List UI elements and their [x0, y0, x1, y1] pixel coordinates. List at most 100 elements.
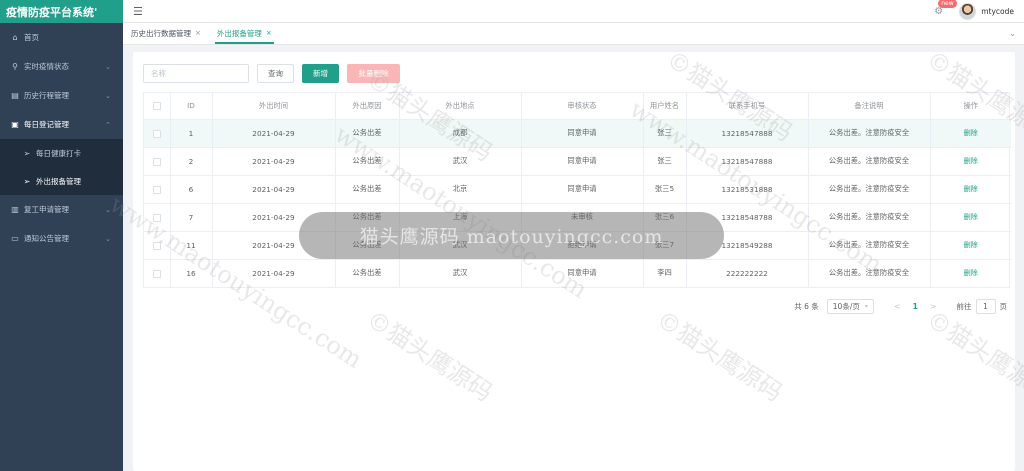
toolbar: 查询 新增 批量删除: [143, 64, 400, 83]
cell-phone: 13218547888: [686, 119, 809, 148]
cell-phone: 13218547888: [686, 147, 809, 176]
cell-time: 2021-04-29: [212, 119, 336, 148]
cell-id: 6: [170, 175, 213, 204]
settings-icon[interactable]: ⚙ new: [934, 0, 957, 17]
cell-time: 2021-04-29: [212, 147, 336, 176]
delete-link[interactable]: 删除: [964, 157, 978, 165]
search-input[interactable]: [143, 64, 249, 83]
sidebar-item-label: 每日健康打卡: [36, 148, 81, 158]
pagination-total: 共 6 条: [794, 302, 819, 311]
tab-history-trip-data[interactable]: 历史出行数据管理 ×: [123, 22, 209, 44]
cell-name: 张三7: [643, 231, 687, 260]
row-checkbox[interactable]: [152, 129, 161, 138]
page-size-value: 10条/页: [832, 302, 860, 311]
sidebar-item-daily-health-checkin[interactable]: ➢ 每日健康打卡: [0, 139, 123, 167]
cell-id: 16: [170, 259, 213, 287]
tab-label: 外出报备管理: [216, 28, 262, 38]
cell-name: 张三6: [643, 203, 687, 232]
chevron-down-icon[interactable]: ⌄: [1009, 29, 1016, 38]
avatar[interactable]: [959, 2, 977, 20]
row-checkbox[interactable]: [152, 269, 161, 278]
sidebar-item-label: 每日登记管理: [24, 120, 69, 129]
cell-phone: 13218531888: [686, 175, 809, 204]
select-all-cell[interactable]: [144, 93, 171, 120]
next-page-button[interactable]: >: [930, 302, 937, 311]
cell-place: 成都: [399, 119, 522, 148]
chevron-down-icon: ⌄: [105, 205, 111, 214]
chevron-down-icon: ⌄: [105, 91, 111, 100]
row-checkbox[interactable]: [152, 185, 161, 194]
sidebar-item-outgoing-report[interactable]: ➢ 外出报备管理: [0, 167, 123, 195]
sidebar-submenu: ➢ 每日健康打卡 ➢ 外出报备管理: [0, 139, 123, 195]
tab-outgoing-report[interactable]: 外出报备管理 ×: [209, 22, 280, 44]
goto-page-input[interactable]: 1: [975, 299, 996, 314]
cell-name: 张三5: [643, 175, 687, 204]
calendar-icon: ▤: [11, 91, 19, 100]
cell-place: 上海: [399, 203, 522, 232]
sidebar-item-history-trips[interactable]: ▤ 历史行程管理 ⌄: [0, 81, 123, 110]
cell-phone: 13218548788: [686, 203, 809, 232]
sidebar-item-daily-register[interactable]: ▣ 每日登记管理 ⌃: [0, 110, 123, 139]
home-icon: ⌂: [12, 33, 18, 42]
column-header: 备注说明: [808, 93, 931, 120]
cell-place: 武汉: [399, 231, 522, 260]
cell-id: 11: [170, 231, 213, 260]
cell-status: 同意申请: [521, 119, 644, 148]
app-logo-title[interactable]: 疫情防疫平台系统': [0, 0, 123, 23]
row-checkbox[interactable]: [152, 213, 161, 222]
table-row[interactable]: 11 2021-04-29 公务出差 武汉 拒绝申请 张三7 132185492…: [144, 231, 1011, 260]
table-row[interactable]: 6 2021-04-29 公务出差 北京 同意申请 张三5 1321853188…: [144, 175, 1011, 204]
sidebar-item-label: 实时疫情状态: [24, 62, 69, 71]
table-row[interactable]: 16 2021-04-29 公务出差 武汉 同意申请 李四 222222222 …: [144, 259, 1011, 287]
cell-phone: 13218549288: [686, 231, 809, 260]
sidebar-item-label: 复工申请管理: [24, 205, 69, 214]
pagination: 共 6 条 10条/页 ▾ < 1 > 前往 1 页: [794, 299, 1007, 314]
query-button[interactable]: 查询: [257, 64, 294, 83]
row-checkbox[interactable]: [152, 241, 161, 250]
cell-status: 同意申请: [521, 147, 644, 176]
register-icon: ▣: [11, 120, 19, 129]
cell-place: 北京: [399, 175, 522, 204]
select-all-checkbox[interactable]: [152, 102, 161, 111]
cell-reason: 公务出差: [335, 147, 400, 176]
table-row[interactable]: 2 2021-04-29 公务出差 武汉 同意申请 张三 13218547888…: [144, 147, 1011, 176]
username[interactable]: mtycode: [981, 7, 1014, 16]
sidebar-item-home[interactable]: ⌂ 首页: [0, 23, 123, 52]
page-number[interactable]: 1: [913, 302, 918, 311]
sidebar-item-realtime-status[interactable]: ⚲ 实时疫情状态 ⌄: [0, 52, 123, 81]
close-icon[interactable]: ×: [266, 29, 272, 37]
tabs-bar: 历史出行数据管理 × 外出报备管理 × ⌄: [123, 23, 1024, 45]
prev-page-button[interactable]: <: [894, 302, 901, 311]
cell-reason: 公务出差: [335, 231, 400, 260]
row-checkbox[interactable]: [152, 157, 161, 166]
cell-place: 武汉: [399, 147, 522, 176]
delete-link[interactable]: 删除: [964, 213, 978, 221]
column-header: 联系手机号: [686, 93, 809, 120]
location-icon: ⚲: [12, 62, 18, 71]
page-size-select[interactable]: 10条/页 ▾: [826, 299, 874, 314]
table-row[interactable]: 1 2021-04-29 公务出差 成都 同意申请 张三 13218547888…: [144, 119, 1011, 148]
delete-link[interactable]: 删除: [964, 129, 978, 137]
hamburger-icon[interactable]: ☰: [133, 5, 143, 18]
delete-link[interactable]: 删除: [964, 185, 978, 193]
chevron-up-icon: ⌃: [105, 120, 111, 129]
column-header: 外出原因: [335, 93, 400, 120]
add-button[interactable]: 新增: [302, 64, 339, 83]
column-header: 外出地点: [399, 93, 522, 120]
cell-name: 张三: [643, 119, 687, 148]
cell-time: 2021-04-29: [212, 175, 336, 204]
sidebar-item-label: 通知公告管理: [24, 234, 69, 243]
sidebar-item-notices[interactable]: ▭ 通知公告管理 ⌄: [0, 224, 123, 253]
close-icon[interactable]: ×: [195, 29, 201, 37]
delete-link[interactable]: 删除: [964, 241, 978, 249]
top-header: ☰ ⚙ new mtycode: [123, 0, 1024, 23]
cell-status: 同意申请: [521, 175, 644, 204]
chevron-down-icon: ⌄: [105, 62, 111, 71]
column-header: 操作: [930, 93, 1011, 120]
batch-delete-button[interactable]: 批量删除: [347, 64, 400, 83]
sidebar-item-work-resume[interactable]: ▥ 复工申请管理 ⌄: [0, 195, 123, 224]
delete-link[interactable]: 删除: [964, 269, 978, 277]
cell-status: 拒绝申请: [521, 231, 644, 260]
chevron-down-icon: ⌄: [105, 234, 111, 243]
table-row[interactable]: 7 2021-04-29 公务出差 上海 未审核 张三6 13218548788…: [144, 203, 1011, 232]
